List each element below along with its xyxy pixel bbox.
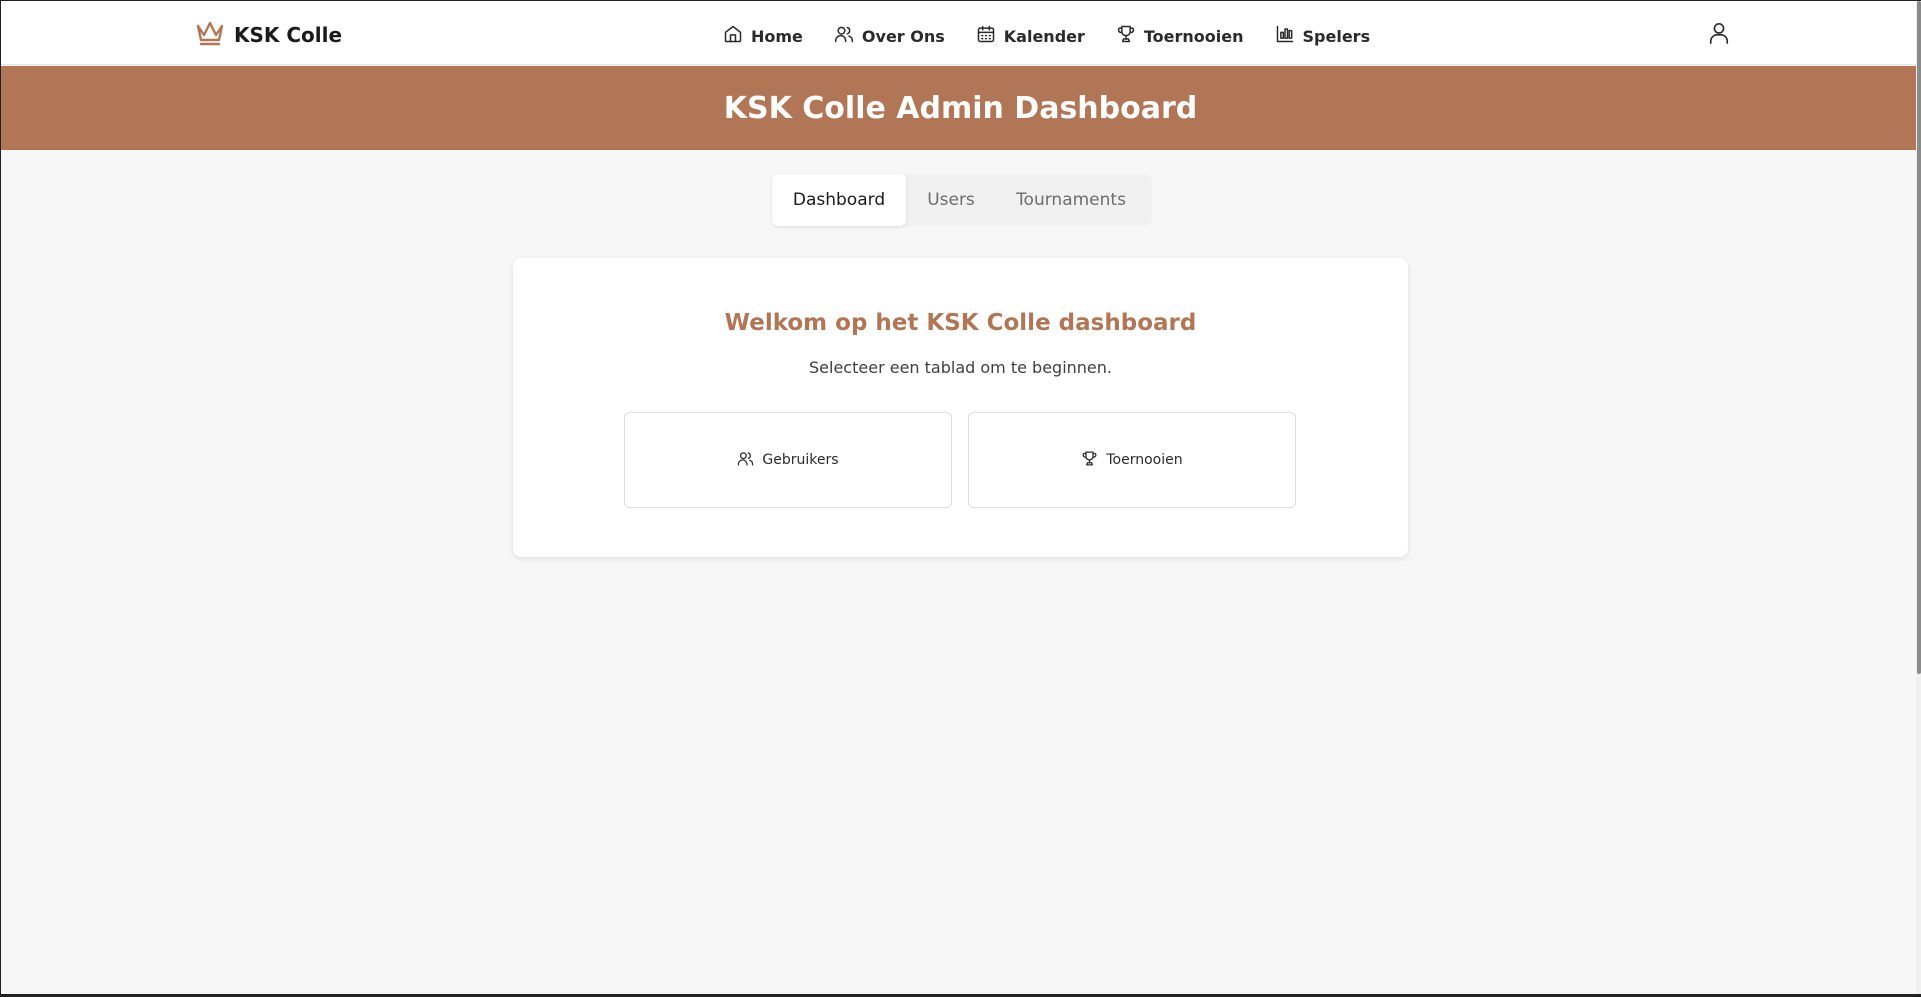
scrollbar-thumb[interactable] bbox=[1917, 1, 1921, 674]
toernooien-label: Toernooien bbox=[1106, 452, 1183, 468]
tab-bar: Dashboard Users Tournaments bbox=[772, 174, 1152, 226]
nav-item-label: Spelers bbox=[1302, 26, 1371, 46]
calendar-icon bbox=[976, 24, 996, 48]
user-icon bbox=[1708, 21, 1730, 49]
user-account-button[interactable] bbox=[1706, 21, 1732, 49]
bar-chart-icon bbox=[1275, 24, 1295, 48]
nav-item-spelers[interactable]: Spelers bbox=[1275, 24, 1371, 48]
home-icon bbox=[723, 24, 743, 48]
toernooien-button[interactable]: Toernooien bbox=[968, 412, 1296, 508]
tab-tournaments[interactable]: Tournaments bbox=[996, 174, 1146, 226]
tab-users[interactable]: Users bbox=[906, 174, 996, 226]
nav-item-home[interactable]: Home bbox=[723, 24, 803, 48]
trophy-icon bbox=[1081, 450, 1098, 471]
gebruikers-button[interactable]: Gebruikers bbox=[624, 412, 952, 508]
brand-logo[interactable]: KSK Colle bbox=[194, 19, 342, 51]
nav-item-kalender[interactable]: Kalender bbox=[976, 24, 1085, 48]
users-icon bbox=[834, 24, 854, 48]
users-icon bbox=[737, 450, 754, 471]
welcome-card: Welkom op het KSK Colle dashboard Select… bbox=[513, 258, 1408, 557]
brand-name: KSK Colle bbox=[234, 23, 343, 47]
welcome-title: Welkom op het KSK Colle dashboard bbox=[724, 310, 1197, 336]
nav-item-label: Toernooien bbox=[1143, 26, 1244, 46]
page-banner: KSK Colle Admin Dashboard bbox=[1, 66, 1916, 150]
nav-item-label: Over Ons bbox=[861, 26, 945, 46]
gebruikers-label: Gebruikers bbox=[762, 452, 839, 468]
welcome-subtitle: Selecteer een tablad om te beginnen. bbox=[809, 358, 1112, 377]
vertical-scrollbar[interactable] bbox=[1916, 1, 1921, 996]
nav-item-over-ons[interactable]: Over Ons bbox=[834, 24, 945, 48]
crown-icon bbox=[194, 17, 226, 53]
nav-item-label: Kalender bbox=[1003, 26, 1085, 46]
trophy-icon bbox=[1116, 24, 1136, 48]
top-navigation: KSK Colle Home Over Ons Kalender Toernoo… bbox=[1, 1, 1916, 65]
page-title: KSK Colle Admin Dashboard bbox=[723, 90, 1198, 126]
nav-item-label: Home bbox=[751, 26, 803, 46]
tab-dashboard[interactable]: Dashboard bbox=[772, 174, 906, 226]
main-nav: Home Over Ons Kalender Toernooien Speler… bbox=[723, 21, 1370, 51]
nav-item-toernooien[interactable]: Toernooien bbox=[1116, 24, 1244, 48]
